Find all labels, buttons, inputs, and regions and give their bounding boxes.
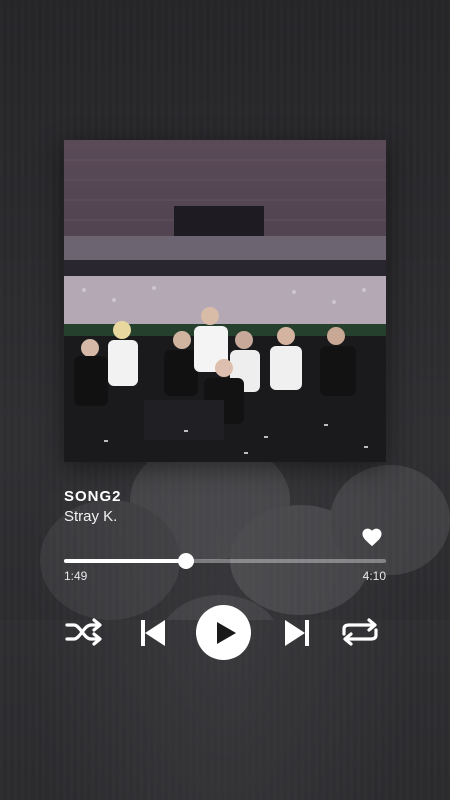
skip-previous-icon bbox=[141, 620, 165, 646]
heart-icon bbox=[362, 528, 382, 547]
progress-bar[interactable] bbox=[64, 553, 386, 569]
concert-photo bbox=[64, 140, 386, 462]
total-time: 4:10 bbox=[362, 569, 386, 583]
song-title: SONG2 bbox=[64, 488, 122, 505]
play-button[interactable] bbox=[196, 605, 251, 660]
playback-controls bbox=[0, 605, 450, 661]
shuffle-icon bbox=[65, 618, 102, 646]
play-icon bbox=[216, 621, 236, 644]
artist-name[interactable]: Stray K. bbox=[64, 508, 117, 525]
current-time: 1:49 bbox=[64, 569, 88, 583]
repeat-icon bbox=[342, 618, 378, 646]
previous-button[interactable] bbox=[138, 618, 168, 648]
album-cover bbox=[64, 140, 386, 462]
next-button[interactable] bbox=[282, 618, 312, 648]
progress-fill bbox=[64, 559, 187, 563]
shuffle-button[interactable] bbox=[64, 617, 106, 647]
like-button[interactable] bbox=[361, 527, 383, 547]
skip-next-icon bbox=[285, 620, 309, 646]
repeat-button[interactable] bbox=[338, 617, 382, 647]
